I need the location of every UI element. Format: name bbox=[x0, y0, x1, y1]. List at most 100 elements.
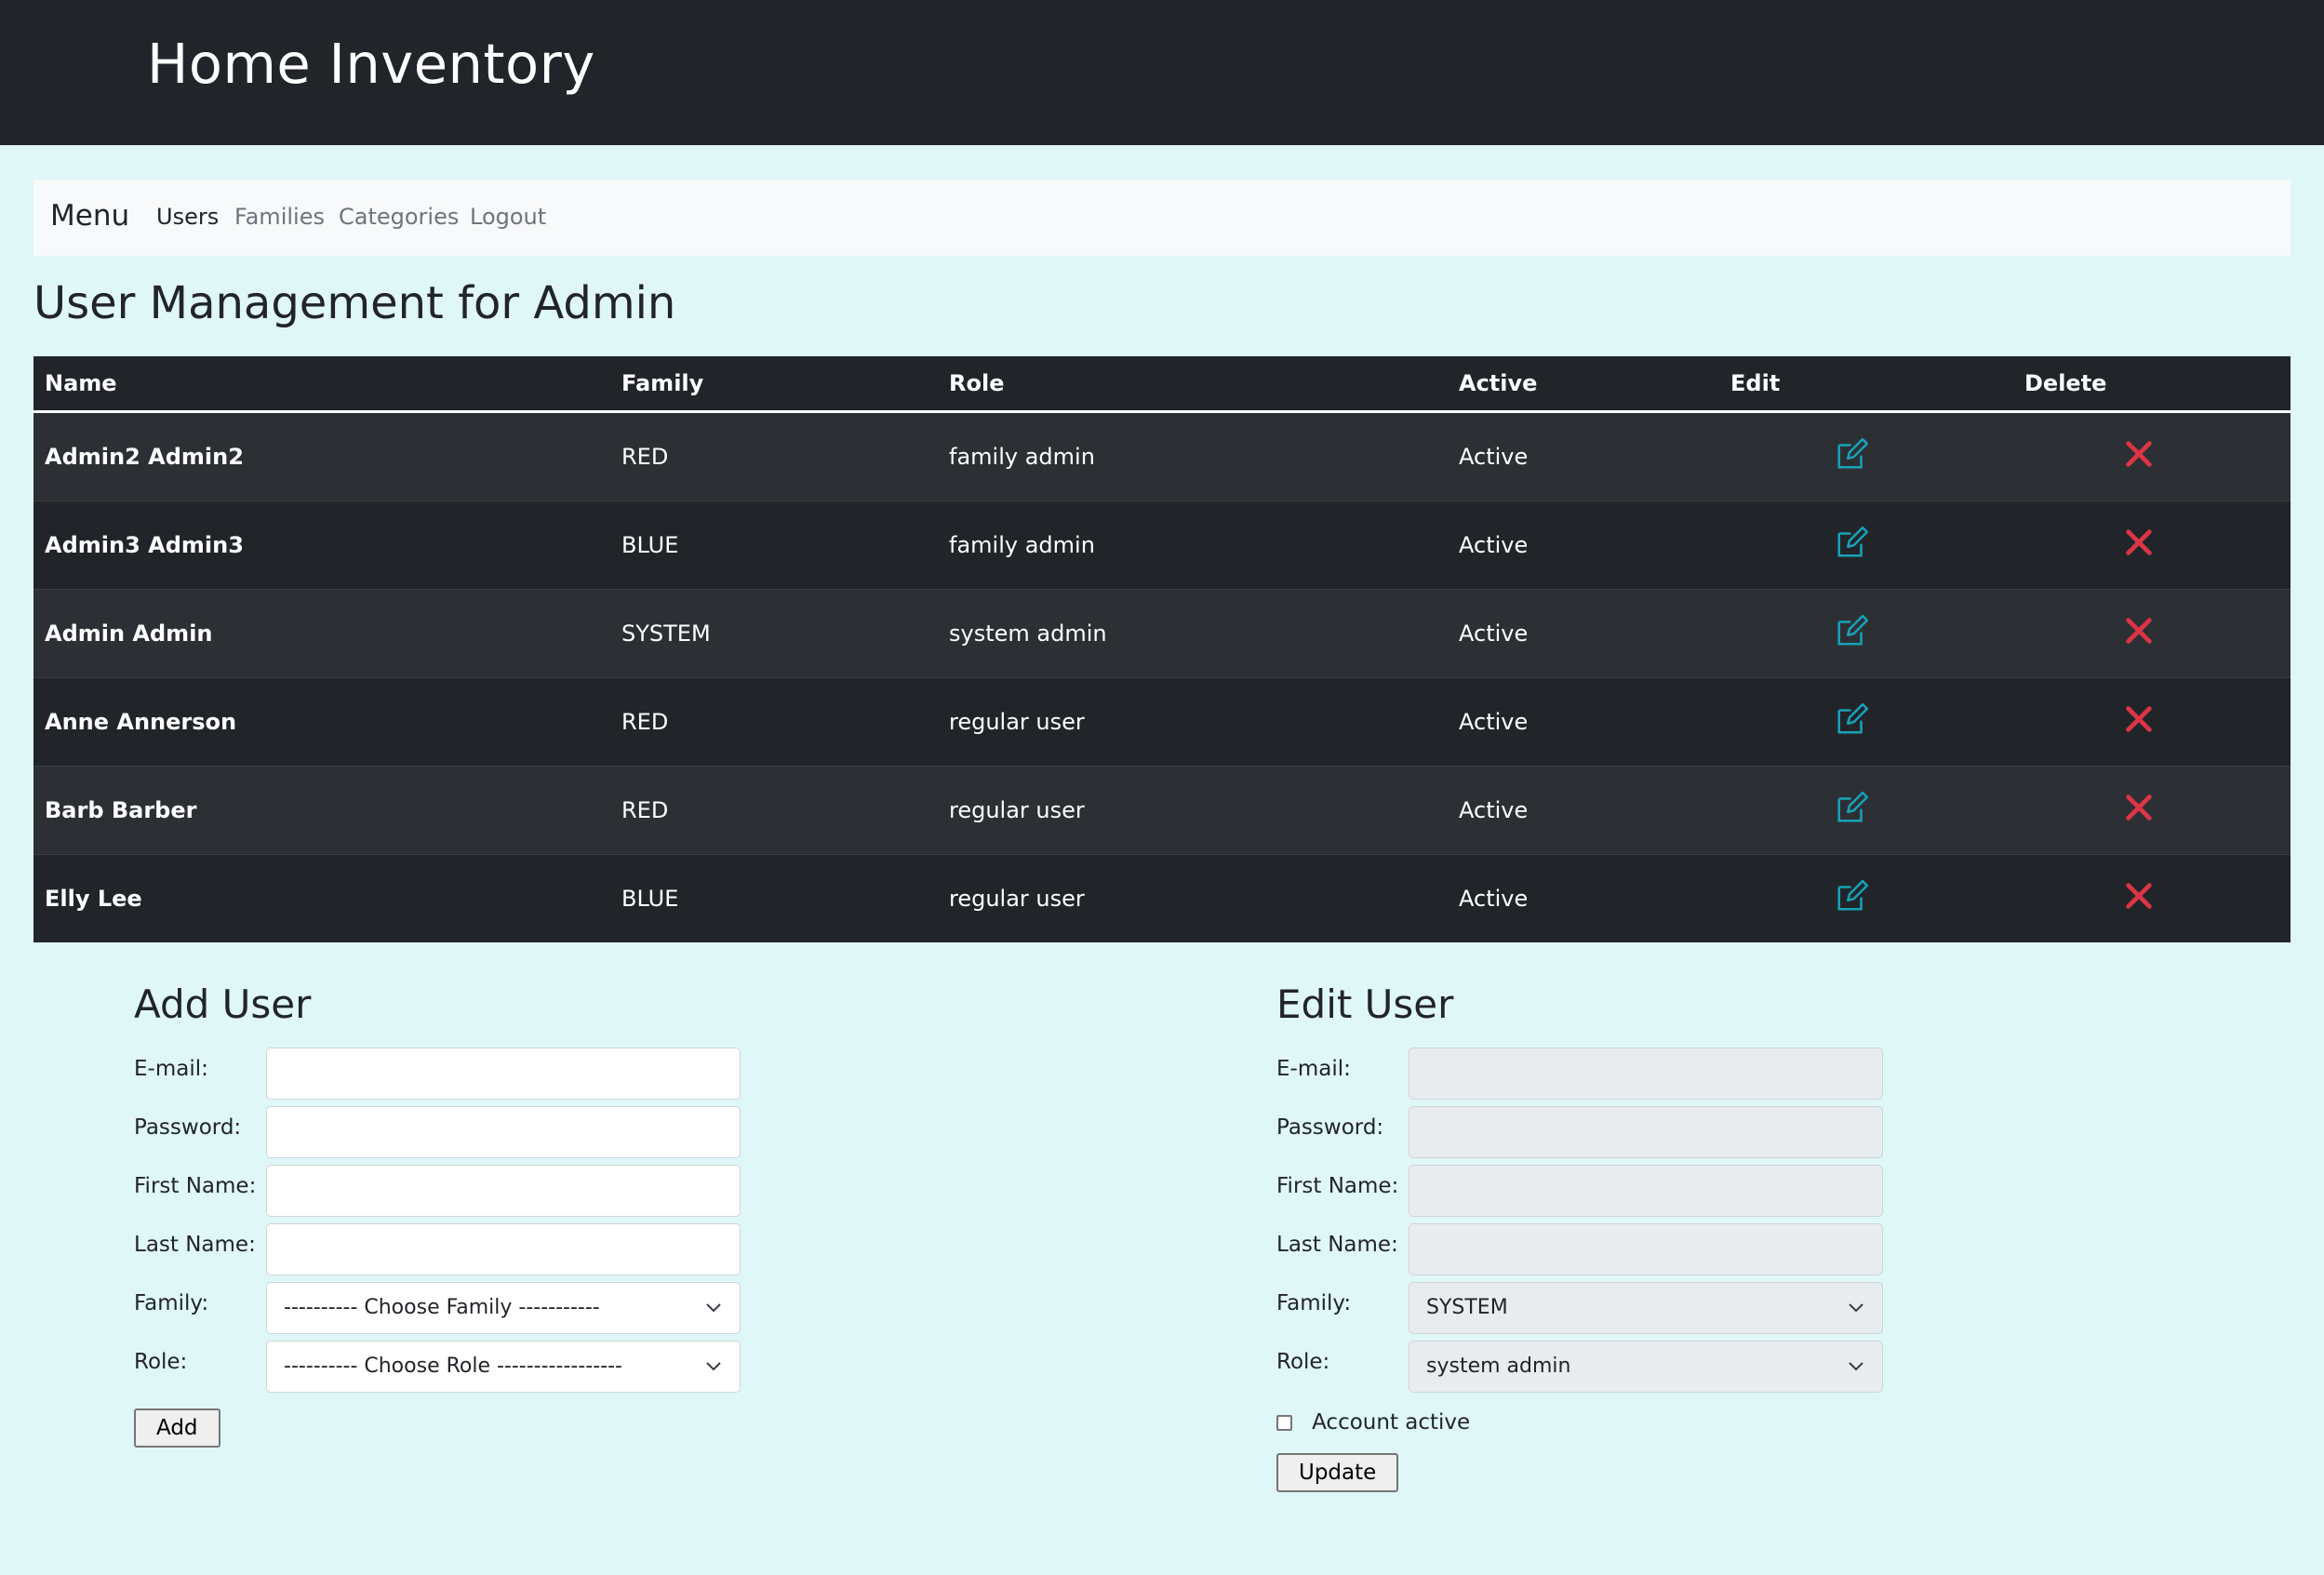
edit-email-row: E-mail: bbox=[1276, 1048, 1883, 1106]
edit-icon[interactable] bbox=[1835, 436, 1870, 477]
cell-family: RED bbox=[610, 766, 938, 855]
cell-edit bbox=[1717, 501, 1987, 590]
edit-first-name-label: First Name: bbox=[1276, 1174, 1399, 1198]
cell-role: regular user bbox=[938, 766, 1448, 855]
add-first-name-row: First Name: bbox=[134, 1165, 741, 1223]
edit-family-row: Family: SYSTEM bbox=[1276, 1282, 1883, 1341]
edit-password-input bbox=[1409, 1106, 1883, 1158]
add-family-label: Family: bbox=[134, 1291, 209, 1315]
cell-role: regular user bbox=[938, 854, 1448, 942]
edit-role-selected: system admin bbox=[1426, 1355, 1571, 1378]
cell-role: system admin bbox=[938, 589, 1448, 678]
chevron-down-icon bbox=[706, 1362, 721, 1371]
account-active-row: Account active bbox=[1276, 1410, 1797, 1453]
cell-role: regular user bbox=[938, 677, 1448, 767]
cell-name: Anne Annerson bbox=[33, 677, 610, 767]
cell-delete bbox=[1987, 677, 2291, 767]
edit-password-label: Password: bbox=[1276, 1115, 1384, 1140]
cell-name: Admin Admin bbox=[33, 589, 610, 678]
add-password-label: Password: bbox=[134, 1115, 242, 1140]
cell-delete bbox=[1987, 501, 2291, 590]
add-email-label: E-mail: bbox=[134, 1057, 208, 1081]
table-row: Admin3 Admin3 BLUE family admin Active bbox=[33, 501, 2291, 590]
cell-family: RED bbox=[610, 677, 938, 767]
update-user-button[interactable]: Update bbox=[1276, 1453, 1399, 1492]
cell-family: BLUE bbox=[610, 501, 938, 590]
nav-link-categories[interactable]: Categories bbox=[339, 204, 459, 230]
add-role-select[interactable]: ---------- Choose Role ----------------- bbox=[266, 1341, 741, 1393]
add-role-row: Role: ---------- Choose Role -----------… bbox=[134, 1341, 741, 1399]
account-active-label: Account active bbox=[1312, 1410, 1471, 1435]
cell-name: Admin3 Admin3 bbox=[33, 501, 610, 590]
edit-last-name-input bbox=[1409, 1223, 1883, 1275]
add-last-name-input[interactable] bbox=[266, 1223, 741, 1275]
delete-icon[interactable] bbox=[2123, 703, 2155, 741]
cell-active: Active bbox=[1448, 766, 1717, 855]
users-table: Name Family Role Active Edit Delete Admi… bbox=[33, 356, 2291, 942]
table-header-row: Name Family Role Active Edit Delete bbox=[33, 356, 2291, 413]
add-user-form: Add User E-mail: Password: First Name: L… bbox=[134, 981, 741, 1448]
edit-icon[interactable] bbox=[1835, 613, 1870, 654]
edit-role-row: Role: system admin bbox=[1276, 1341, 1883, 1399]
cell-edit bbox=[1717, 854, 1987, 942]
cell-active: Active bbox=[1448, 677, 1717, 767]
nav-link-users[interactable]: Users bbox=[156, 204, 219, 230]
edit-first-name-row: First Name: bbox=[1276, 1165, 1883, 1223]
edit-icon[interactable] bbox=[1835, 525, 1870, 566]
edit-family-select[interactable]: SYSTEM bbox=[1409, 1282, 1883, 1334]
cell-edit bbox=[1717, 766, 1987, 855]
cell-active: Active bbox=[1448, 411, 1717, 501]
add-role-selected: ---------- Choose Role ----------------- bbox=[284, 1355, 622, 1378]
nav-link-logout[interactable]: Logout bbox=[470, 204, 546, 230]
add-first-name-input[interactable] bbox=[266, 1165, 741, 1217]
edit-user-form: Edit User E-mail: Password: First Name: … bbox=[1276, 981, 1883, 1492]
cell-active: Active bbox=[1448, 501, 1717, 590]
edit-password-row: Password: bbox=[1276, 1106, 1883, 1165]
add-password-input[interactable] bbox=[266, 1106, 741, 1158]
column-header-active: Active bbox=[1448, 356, 1717, 413]
table-body: Admin2 Admin2 RED family admin Active Admin3… bbox=[33, 411, 2291, 942]
account-active-checkbox[interactable] bbox=[1276, 1414, 1292, 1431]
add-user-title: Add User bbox=[134, 981, 312, 1027]
page-title: User Management for Admin bbox=[33, 277, 676, 329]
edit-last-name-row: Last Name: bbox=[1276, 1223, 1883, 1282]
edit-icon[interactable] bbox=[1835, 701, 1870, 742]
add-last-name-label: Last Name: bbox=[134, 1233, 256, 1257]
cell-role: family admin bbox=[938, 501, 1448, 590]
delete-icon[interactable] bbox=[2123, 438, 2155, 475]
edit-last-name-label: Last Name: bbox=[1276, 1233, 1398, 1257]
add-last-name-row: Last Name: bbox=[134, 1223, 741, 1282]
navbar: Menu Users Families Categories Logout bbox=[33, 180, 2291, 256]
add-email-input[interactable] bbox=[266, 1048, 741, 1100]
edit-icon[interactable] bbox=[1835, 878, 1870, 919]
delete-icon[interactable] bbox=[2123, 527, 2155, 564]
cell-name: Admin2 Admin2 bbox=[33, 411, 610, 501]
nav-link-families[interactable]: Families bbox=[234, 204, 325, 230]
cell-role: family admin bbox=[938, 411, 1448, 501]
column-header-name: Name bbox=[33, 356, 610, 413]
edit-user-title: Edit User bbox=[1276, 981, 1454, 1027]
edit-email-label: E-mail: bbox=[1276, 1057, 1351, 1081]
delete-icon[interactable] bbox=[2123, 880, 2155, 917]
cell-family: SYSTEM bbox=[610, 589, 938, 678]
cell-edit bbox=[1717, 589, 1987, 678]
edit-icon[interactable] bbox=[1835, 790, 1870, 831]
table-row: Barb Barber RED regular user Active bbox=[33, 766, 2291, 855]
column-header-edit: Edit bbox=[1717, 356, 1987, 413]
add-role-label: Role: bbox=[134, 1350, 188, 1374]
cell-delete bbox=[1987, 854, 2291, 942]
column-header-delete: Delete bbox=[1987, 356, 2291, 413]
delete-icon[interactable] bbox=[2123, 792, 2155, 829]
app-title: Home Inventory bbox=[147, 32, 595, 96]
edit-role-select[interactable]: system admin bbox=[1409, 1341, 1883, 1393]
table-row: Admin2 Admin2 RED family admin Active bbox=[33, 411, 2291, 501]
delete-icon[interactable] bbox=[2123, 615, 2155, 652]
nav-brand[interactable]: Menu bbox=[50, 199, 129, 233]
add-family-selected: ---------- Choose Family ----------- bbox=[284, 1296, 600, 1319]
add-family-select[interactable]: ---------- Choose Family ----------- bbox=[266, 1282, 741, 1334]
add-email-row: E-mail: bbox=[134, 1048, 741, 1106]
chevron-down-icon bbox=[706, 1303, 721, 1313]
add-user-button[interactable]: Add bbox=[134, 1408, 220, 1448]
column-header-family: Family bbox=[610, 356, 938, 413]
cell-name: Elly Lee bbox=[33, 854, 610, 942]
